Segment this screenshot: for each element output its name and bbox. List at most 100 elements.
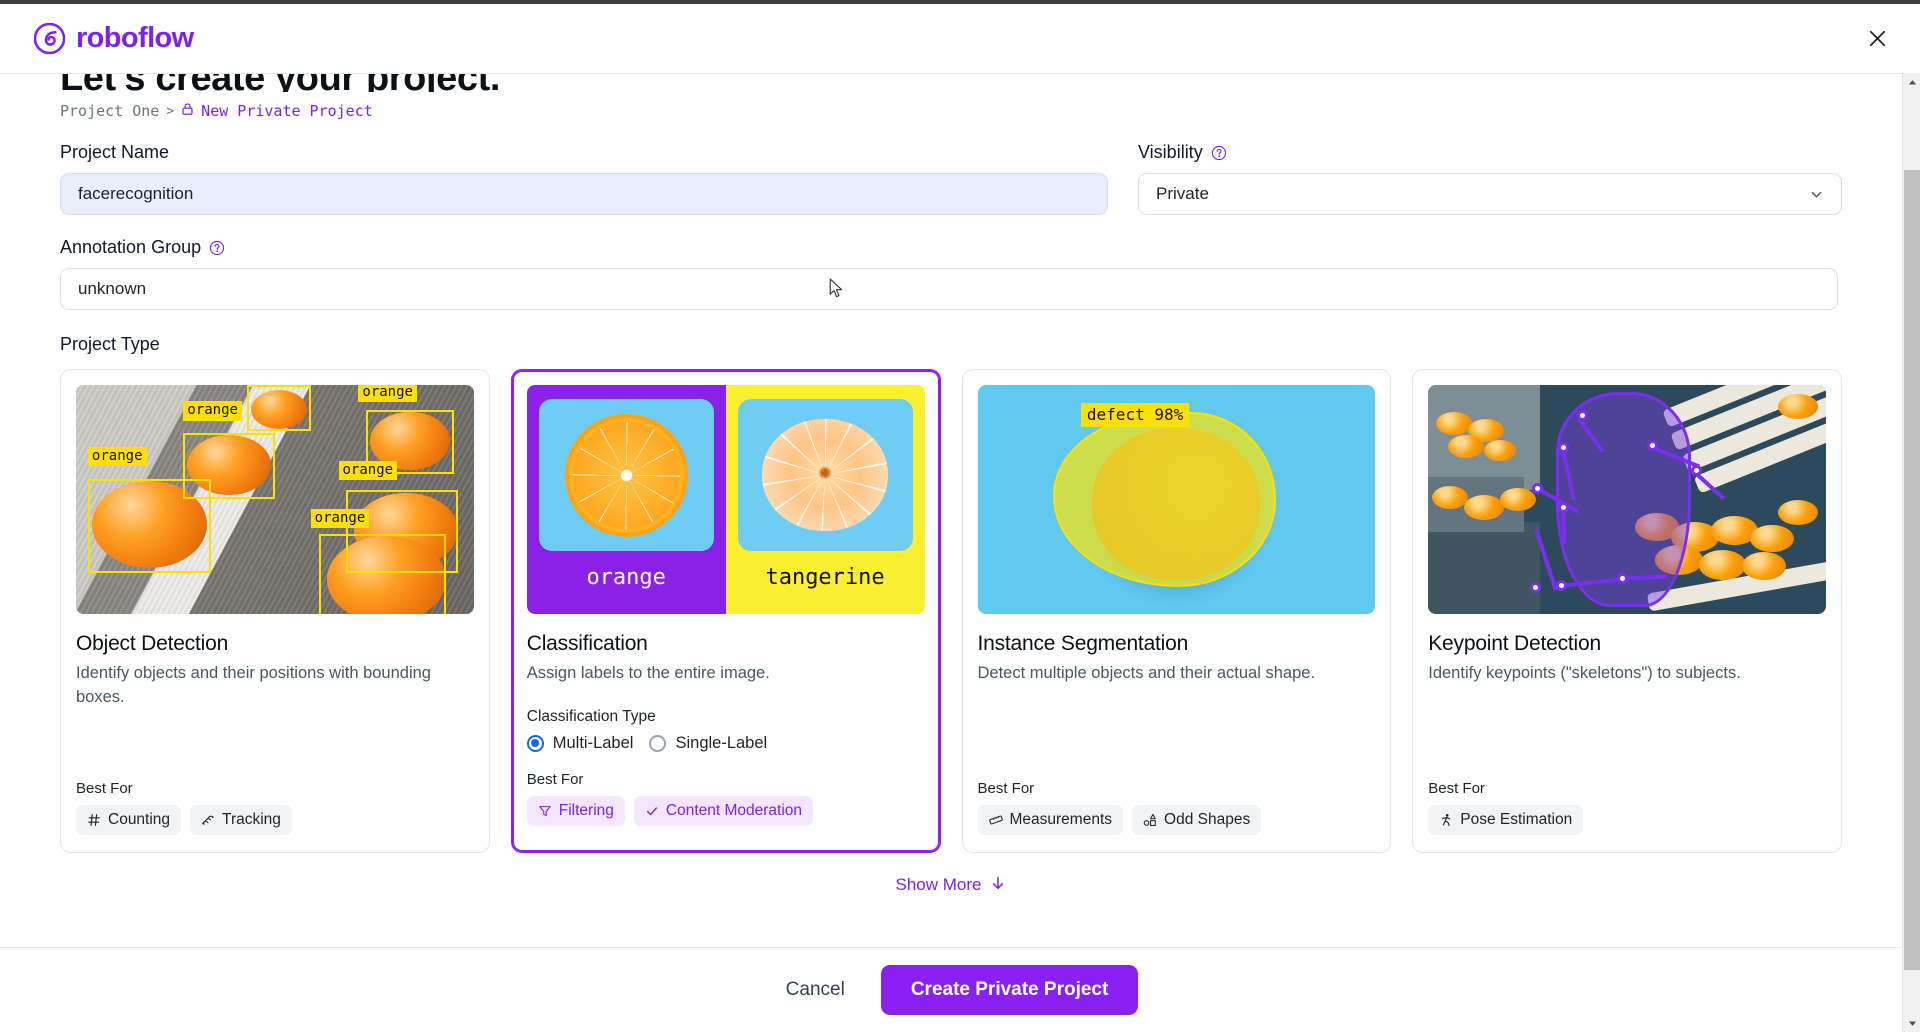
radio-label: Multi-Label bbox=[552, 733, 634, 752]
radio-button-icon bbox=[526, 734, 544, 752]
shapes-icon bbox=[1143, 813, 1157, 827]
scrollbar-thumb[interactable] bbox=[1904, 170, 1920, 970]
chip-tracking[interactable]: Tracking bbox=[190, 804, 292, 835]
filter-icon bbox=[538, 804, 552, 818]
bbox-label: orange bbox=[183, 401, 242, 421]
visibility-label-text: Visibility bbox=[1138, 142, 1203, 162]
best-for-label: Best For bbox=[76, 779, 133, 797]
classification-preview-image: orange tangerine bbox=[526, 385, 925, 614]
form-row-primary: Project Name facerecognition Visibility bbox=[60, 142, 1842, 215]
best-for-chips: Pose Estimation bbox=[1428, 804, 1826, 835]
modal-footer: Cancel Create Private Project bbox=[0, 947, 1902, 1032]
chip-pose-estimation[interactable]: Pose Estimation bbox=[1428, 804, 1584, 835]
chip-odd-shapes[interactable]: Odd Shapes bbox=[1132, 804, 1262, 835]
annotation-group-label-text: Annotation Group bbox=[60, 237, 202, 257]
bbox-label: orange bbox=[310, 508, 370, 529]
chip-label: Content Moderation bbox=[665, 801, 803, 819]
card-title: Instance Segmentation bbox=[977, 632, 1189, 655]
visibility-value: Private bbox=[1156, 184, 1209, 203]
project-type-card-object-detection[interactable]: orange orange orange orange orange Objec… bbox=[60, 369, 490, 853]
project-type-card-classification[interactable]: orange tangerine Classification Assign l… bbox=[510, 369, 941, 853]
classification-right-caption: tangerine bbox=[765, 565, 885, 590]
project-type-card-instance-segmentation[interactable]: defect 98% Instance Segmentation Detect … bbox=[961, 369, 1392, 853]
best-for-chips: Measurements Odd Shapes bbox=[977, 804, 1376, 835]
scroll-down-arrow-icon[interactable] bbox=[1903, 1014, 1920, 1032]
help-circle-icon[interactable] bbox=[1211, 145, 1227, 161]
radio-button-icon bbox=[649, 734, 667, 752]
chip-label: Measurements bbox=[1009, 810, 1113, 828]
radio-multi-label[interactable]: Multi-Label bbox=[526, 733, 634, 753]
project-type-card-list: orange orange orange orange orange Objec… bbox=[60, 369, 1842, 853]
card-description: Assign labels to the entire image. bbox=[526, 664, 770, 682]
lock-icon bbox=[181, 102, 194, 120]
help-circle-icon[interactable] bbox=[209, 240, 225, 256]
app-root: roboflow Let's create your project. Proj… bbox=[0, 0, 1920, 1032]
tracking-icon bbox=[201, 813, 215, 827]
classification-type-radio-group: Multi-Label Single-Label bbox=[526, 733, 925, 753]
card-description: Identify keypoints ("skeletons") to subj… bbox=[1428, 664, 1741, 682]
visibility-field: Visibility Private bbox=[1138, 142, 1842, 215]
project-type-section-label: Project Type bbox=[60, 334, 160, 354]
instance-segmentation-preview-image: defect 98% bbox=[977, 385, 1376, 614]
card-title: Keypoint Detection bbox=[1428, 632, 1601, 655]
radio-single-label[interactable]: Single-Label bbox=[649, 734, 767, 753]
breadcrumb: Project One > New Private Project bbox=[60, 102, 1842, 120]
keypoint-detection-preview-image bbox=[1428, 385, 1826, 614]
breadcrumb-current-label: New Private Project bbox=[201, 102, 373, 120]
chip-measurements[interactable]: Measurements bbox=[977, 804, 1124, 835]
ruler-icon bbox=[988, 813, 1003, 827]
hash-icon bbox=[87, 813, 101, 827]
object-detection-preview-image: orange orange orange orange orange bbox=[76, 385, 474, 614]
check-icon bbox=[645, 804, 659, 818]
breadcrumb-current: New Private Project bbox=[181, 102, 373, 120]
chip-label: Tracking bbox=[222, 810, 281, 828]
classification-type-label: Classification Type bbox=[526, 707, 656, 725]
breadcrumb-separator: > bbox=[166, 103, 175, 119]
bbox-label: orange bbox=[338, 460, 398, 481]
annotation-group-label: Annotation Group bbox=[60, 237, 1842, 258]
show-more-label: Show More bbox=[895, 875, 982, 895]
segmentation-annotation-label: defect 98% bbox=[1080, 403, 1190, 428]
pose-icon bbox=[1439, 813, 1453, 827]
bbox-label: orange bbox=[358, 385, 417, 403]
scroll-up-arrow-icon[interactable] bbox=[1903, 73, 1920, 91]
show-more-button[interactable]: Show More bbox=[60, 875, 1842, 896]
card-title: Object Detection bbox=[76, 632, 229, 655]
create-private-project-button[interactable]: Create Private Project bbox=[880, 965, 1139, 1015]
bbox-label: orange bbox=[87, 446, 147, 467]
best-for-chips: Counting Tracking bbox=[76, 804, 474, 835]
modal-header: roboflow bbox=[0, 4, 1920, 73]
best-for-label: Best For bbox=[977, 779, 1035, 797]
vertical-scrollbar[interactable] bbox=[1902, 73, 1920, 1032]
close-icon[interactable] bbox=[1864, 26, 1890, 52]
modal-body-scroll-area[interactable]: Let's create your project. Project One >… bbox=[0, 73, 1902, 947]
card-title: Classification bbox=[526, 632, 648, 655]
chip-counting[interactable]: Counting bbox=[76, 804, 182, 835]
chip-content-moderation[interactable]: Content Moderation bbox=[633, 795, 814, 826]
visibility-select[interactable]: Private bbox=[1138, 173, 1842, 215]
visibility-label: Visibility bbox=[1138, 142, 1842, 163]
chevron-down-icon bbox=[1809, 187, 1824, 202]
roboflow-mark-icon bbox=[33, 22, 66, 55]
project-name-label: Project Name bbox=[60, 142, 170, 162]
project-name-value: facerecognition bbox=[78, 184, 194, 203]
best-for-label: Best For bbox=[526, 770, 584, 788]
chip-label: Counting bbox=[108, 810, 171, 828]
project-name-input[interactable]: facerecognition bbox=[60, 173, 1108, 215]
project-type-card-keypoint-detection[interactable]: Keypoint Detection Identify keypoints ("… bbox=[1412, 369, 1842, 853]
annotation-group-input[interactable]: unknown bbox=[60, 268, 1838, 310]
chip-label: Pose Estimation bbox=[1460, 810, 1573, 828]
annotation-group-value: unknown bbox=[78, 279, 147, 298]
cancel-button[interactable]: Cancel bbox=[764, 967, 867, 1013]
roboflow-logo: roboflow bbox=[33, 22, 194, 55]
best-for-label: Best For bbox=[1428, 779, 1485, 797]
arrow-down-icon bbox=[990, 875, 1006, 896]
annotation-group-field: Annotation Group unknown bbox=[60, 237, 1842, 310]
breadcrumb-root[interactable]: Project One bbox=[60, 102, 159, 120]
page-title: Let's create your project. bbox=[60, 74, 1842, 92]
best-for-chips: Filtering Content Moderation bbox=[526, 795, 925, 826]
modal-content: Let's create your project. Project One >… bbox=[0, 74, 1902, 896]
radio-label: Single-Label bbox=[675, 733, 768, 752]
chip-filtering[interactable]: Filtering bbox=[526, 795, 625, 826]
card-description: Detect multiple objects and their actual… bbox=[977, 664, 1316, 682]
